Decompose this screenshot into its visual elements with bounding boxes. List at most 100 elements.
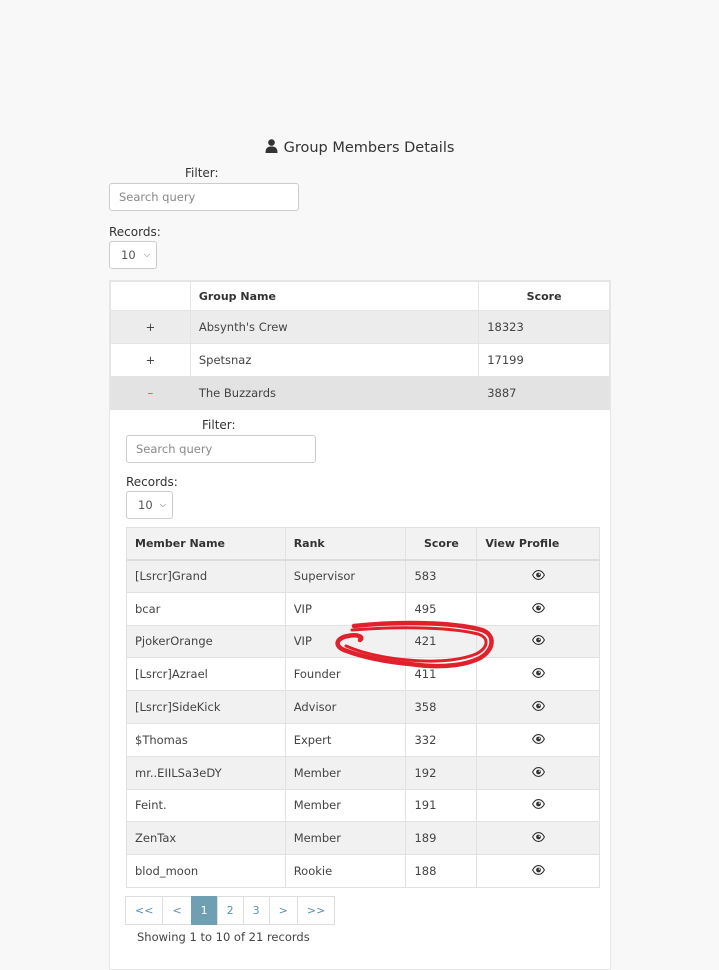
members-header-score[interactable]: Score — [405, 527, 478, 561]
records-summary: Showing 1 to 10 of 21 records — [137, 930, 310, 944]
page-title: Group Members Details — [0, 139, 719, 157]
member-records-label: Records: — [126, 475, 178, 489]
member-row: Feint. Member 191 — [126, 788, 600, 823]
page-prev-button[interactable]: < — [162, 896, 192, 925]
view-profile-button[interactable] — [476, 722, 600, 757]
member-score: 421 — [405, 624, 478, 659]
member-row: [Lsrcr]Grand Supervisor 583 — [126, 559, 600, 593]
view-profile-button[interactable] — [476, 624, 600, 659]
eye-icon — [531, 733, 545, 747]
member-name: [Lsrcr]Azrael — [126, 657, 286, 692]
group-name: The Buzzards — [189, 376, 480, 410]
members-header-row: Member Name Rank Score View Profile — [126, 527, 600, 561]
member-row: bcar VIP 495 — [126, 591, 600, 626]
member-name: ZenTax — [126, 821, 286, 856]
records-select-value: 10 — [121, 248, 136, 262]
eye-icon — [531, 798, 545, 812]
records-select[interactable]: 10 ⌵ — [109, 241, 157, 269]
member-name: [Lsrcr]SideKick — [126, 690, 286, 724]
members-body: [Lsrcr]Grand Supervisor 583 bcar VIP 495 Pjoke… — [126, 559, 600, 888]
group-score: 3887 — [478, 376, 610, 410]
groups-table: Group Name Score + Absynth's Crew 18323 … — [110, 281, 610, 410]
members-header-name[interactable]: Member Name — [126, 527, 286, 561]
view-profile-button[interactable] — [476, 559, 600, 593]
eye-icon — [531, 864, 545, 878]
eye-icon — [531, 766, 545, 780]
member-rank: Rookie — [284, 854, 407, 888]
expand-toggle[interactable]: + — [110, 343, 191, 377]
group-row: + Absynth's Crew 18323 — [110, 310, 610, 344]
member-rank: Member — [284, 821, 407, 856]
member-rank: VIP — [284, 624, 407, 659]
members-table: Member Name Rank Score View Profile [Lsr… — [126, 527, 600, 888]
member-search-input[interactable] — [126, 435, 316, 463]
view-profile-button[interactable] — [476, 788, 600, 823]
member-row: [Lsrcr]SideKick Advisor 358 — [126, 690, 600, 724]
groups-panel: Group Name Score + Absynth's Crew 18323 … — [109, 280, 611, 970]
page-last-button[interactable]: >> — [296, 896, 336, 925]
member-name: Feint. — [126, 788, 286, 823]
member-score: 411 — [405, 657, 478, 692]
member-rank: Member — [284, 788, 407, 823]
view-profile-button[interactable] — [476, 854, 600, 888]
member-score: 192 — [405, 755, 478, 790]
groups-header-name[interactable]: Group Name — [189, 281, 480, 311]
inner-filter: Filter: Records: 10 ⌵ — [126, 418, 316, 519]
view-profile-button[interactable] — [476, 690, 600, 724]
page-title-text: Group Members Details — [283, 140, 455, 156]
member-rank: Advisor — [284, 690, 407, 724]
group-row: – The Buzzards 3887 — [110, 376, 610, 410]
collapse-toggle[interactable]: – — [110, 376, 191, 410]
outer-filter: Filter: Records: 10 ⌵ — [109, 166, 299, 269]
groups-header-score[interactable]: Score — [478, 281, 610, 311]
member-name: PjokerOrange — [126, 624, 286, 659]
chevron-down-icon: ⌵ — [143, 250, 150, 259]
member-records-select-value: 10 — [138, 498, 153, 512]
group-name: Absynth's Crew — [189, 310, 480, 344]
view-profile-button[interactable] — [476, 657, 600, 692]
member-rank: Founder — [284, 657, 407, 692]
page-next-button[interactable]: > — [268, 896, 298, 925]
member-row: [Lsrcr]Azrael Founder 411 — [126, 657, 600, 692]
groups-header-toggle — [110, 281, 191, 311]
eye-icon — [531, 831, 545, 845]
filter-label: Filter: — [185, 166, 219, 180]
member-name: blod_moon — [126, 854, 286, 888]
expand-toggle[interactable]: + — [110, 310, 191, 344]
group-search-input[interactable] — [109, 183, 299, 211]
view-profile-button[interactable] — [476, 591, 600, 626]
member-row: blod_moon Rookie 188 — [126, 854, 600, 888]
member-row: $Thomas Expert 332 — [126, 722, 600, 757]
group-score: 18323 — [478, 310, 610, 344]
group-name: Spetsnaz — [189, 343, 480, 377]
member-name: mr..EIILSa3eDY — [126, 755, 286, 790]
user-icon — [265, 139, 278, 157]
member-score: 332 — [405, 722, 478, 757]
eye-icon — [531, 700, 545, 714]
view-profile-button[interactable] — [476, 755, 600, 790]
members-header-rank[interactable]: Rank — [284, 527, 407, 561]
group-row: + Spetsnaz 17199 — [110, 343, 610, 377]
chevron-down-icon: ⌵ — [159, 500, 166, 509]
eye-icon — [531, 634, 545, 648]
view-profile-button[interactable] — [476, 821, 600, 856]
member-row: mr..EIILSa3eDY Member 192 — [126, 755, 600, 790]
member-row: ZenTax Member 189 — [126, 821, 600, 856]
member-records-select[interactable]: 10 ⌵ — [126, 491, 173, 519]
member-score: 189 — [405, 821, 478, 856]
member-rank: Member — [284, 755, 407, 790]
member-score: 188 — [405, 854, 478, 888]
page-1-button[interactable]: 1 — [190, 896, 218, 925]
eye-icon — [531, 569, 545, 583]
page-first-button[interactable]: << — [125, 896, 164, 925]
member-score: 583 — [405, 559, 478, 593]
member-rank: VIP — [284, 591, 407, 626]
member-rank: Supervisor — [284, 559, 407, 593]
member-row: PjokerOrange VIP 421 — [126, 624, 600, 659]
page-3-button[interactable]: 3 — [242, 896, 270, 925]
member-name: bcar — [126, 591, 286, 626]
member-score: 191 — [405, 788, 478, 823]
pagination: << < 1 2 3 > >> — [125, 896, 336, 925]
page-2-button[interactable]: 2 — [216, 896, 244, 925]
member-filter-label: Filter: — [202, 418, 236, 432]
